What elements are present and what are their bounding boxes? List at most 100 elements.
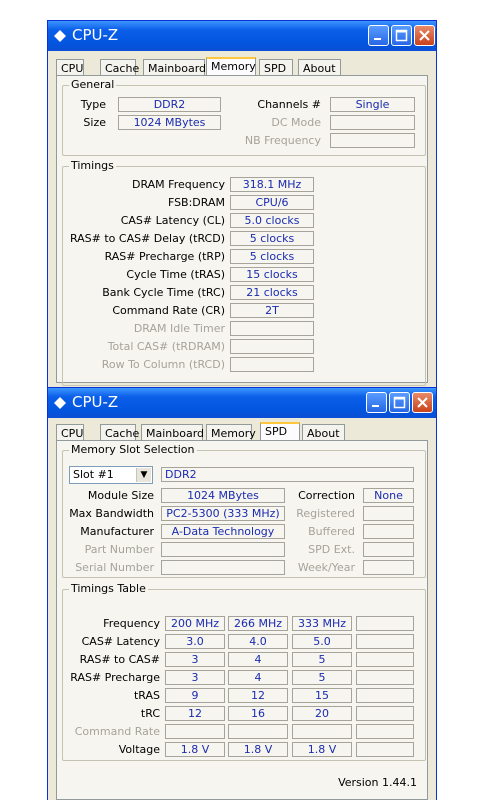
buffered-value: [363, 524, 414, 539]
timings-table-group: Timings Table Frequency 200 MHz 266 MHz …: [62, 582, 426, 761]
timings-cell: 5: [292, 670, 352, 685]
minimize-button[interactable]: [368, 25, 389, 46]
timings-row-label: RAS# to CAS#: [79, 653, 160, 666]
week-year-value: [363, 560, 414, 575]
timings-cell: 1.8 V: [292, 742, 352, 757]
minimize-button[interactable]: [366, 392, 387, 413]
nb-frequency-value: [330, 133, 415, 148]
close-button[interactable]: [414, 25, 435, 46]
timing-value: 5 clocks: [230, 231, 314, 246]
timing-value: 15 clocks: [230, 267, 314, 282]
timings-cell: [292, 724, 352, 739]
max-bandwidth-value: PC2-5300 (333 MHz): [161, 506, 285, 521]
timings-cell: 12: [228, 688, 288, 703]
general-group-title: General: [69, 78, 117, 91]
tab-memory[interactable]: Memory: [206, 57, 256, 77]
timings-row-label: tRAS: [133, 689, 160, 702]
timings-cell: 1.8 V: [165, 742, 225, 757]
timings-cell: [356, 688, 414, 703]
maximize-icon: [393, 396, 406, 409]
memory-slot-group-title: Memory Slot Selection: [69, 443, 197, 456]
timing-label: Row To Column (tRCD): [101, 358, 225, 371]
timings-cell: [165, 724, 225, 739]
cpuz-spd-window: CPU-Z CPU Cache Mainboard Memory SPD Abo…: [47, 387, 437, 800]
timings-row-label: Frequency: [103, 617, 160, 630]
timing-label: RAS# Precharge (tRP): [104, 250, 225, 263]
slot-type-value: DDR2: [161, 467, 414, 482]
max-bandwidth-label: Max Bandwidth: [69, 507, 154, 520]
type-value: DDR2: [118, 97, 221, 112]
title-bar[interactable]: CPU-Z: [48, 388, 436, 418]
timing-value: 21 clocks: [230, 285, 314, 300]
timings-cell: 5.0: [292, 634, 352, 649]
timings-cell: 15: [292, 688, 352, 703]
maximize-button[interactable]: [389, 392, 410, 413]
window-title: CPU-Z: [72, 26, 119, 44]
memory-panel: General Type DDR2 Size 1024 MBytes Chann…: [56, 75, 428, 386]
tab-mainboard[interactable]: Mainboard: [141, 424, 204, 441]
close-icon: [417, 397, 428, 408]
timings-cell: 266 MHz: [228, 616, 288, 631]
maximize-button[interactable]: [391, 25, 412, 46]
dc-mode-value: [330, 115, 415, 130]
close-icon: [419, 30, 430, 41]
timings-cell: 4: [228, 670, 288, 685]
tab-about[interactable]: About: [298, 59, 341, 76]
timing-value: CPU/6: [230, 195, 314, 210]
timing-label: RAS# to CAS# Delay (tRCD): [69, 232, 225, 245]
correction-value: None: [363, 488, 414, 503]
cpuz-app-icon: [54, 30, 66, 42]
chevron-down-icon[interactable]: ▼: [136, 468, 151, 482]
tab-about[interactable]: About: [302, 424, 345, 441]
tab-spd[interactable]: SPD: [260, 422, 300, 442]
minimize-icon: [372, 405, 379, 407]
maximize-icon: [395, 29, 408, 42]
timings-cell: 4: [228, 652, 288, 667]
tab-mainboard[interactable]: Mainboard: [143, 59, 206, 76]
correction-label: Correction: [298, 489, 355, 502]
tab-cpu[interactable]: CPU: [56, 59, 84, 76]
tab-memory[interactable]: Memory: [206, 424, 256, 441]
tab-cache[interactable]: Cache: [100, 59, 139, 76]
minimize-icon: [374, 38, 381, 40]
channels-label: Channels #: [257, 98, 321, 111]
timings-cell: 3.0: [165, 634, 225, 649]
tab-cache[interactable]: Cache: [100, 424, 139, 441]
timings-cell: [356, 634, 414, 649]
timings-row-label: Voltage: [118, 743, 160, 756]
timings-cell: 4.0: [228, 634, 288, 649]
general-group: General Type DDR2 Size 1024 MBytes Chann…: [62, 78, 426, 156]
spd-ext-label: SPD Ext.: [308, 543, 355, 556]
title-bar[interactable]: CPU-Z: [48, 21, 436, 51]
timings-row-label: CAS# Latency: [81, 635, 160, 648]
timings-cell: 5: [292, 652, 352, 667]
registered-value: [363, 506, 414, 521]
size-value: 1024 MBytes: [118, 115, 221, 130]
timing-value: 318.1 MHz: [230, 177, 314, 192]
timing-value: 5.0 clocks: [230, 213, 314, 228]
timings-cell: 9: [165, 688, 225, 703]
version-label: Version 1.44.1: [338, 776, 417, 789]
dc-mode-label: DC Mode: [271, 116, 321, 129]
tab-spd[interactable]: SPD: [259, 59, 293, 76]
timings-cell: 3: [165, 670, 225, 685]
window-title: CPU-Z: [72, 393, 119, 411]
timing-label: DRAM Frequency: [131, 178, 225, 191]
timing-label: CAS# Latency (CL): [120, 214, 225, 227]
spd-ext-value: [363, 542, 414, 557]
manufacturer-value: A-Data Technology: [161, 524, 285, 539]
module-size-value: 1024 MBytes: [161, 488, 285, 503]
slot-select[interactable]: Slot #1 ▼: [69, 466, 153, 484]
close-button[interactable]: [412, 392, 433, 413]
tab-cpu[interactable]: CPU: [56, 424, 84, 441]
timing-value: [230, 339, 314, 354]
timings-cell: 12: [165, 706, 225, 721]
serial-number-label: Serial Number: [75, 561, 154, 574]
type-label: Type: [80, 98, 106, 111]
timings-table-group-title: Timings Table: [69, 582, 148, 595]
manufacturer-label: Manufacturer: [80, 525, 154, 538]
timings-cell: [356, 652, 414, 667]
timing-label: Command Rate (CR): [112, 304, 225, 317]
timings-row-label: Command Rate: [74, 725, 160, 738]
timings-cell: [356, 742, 414, 757]
